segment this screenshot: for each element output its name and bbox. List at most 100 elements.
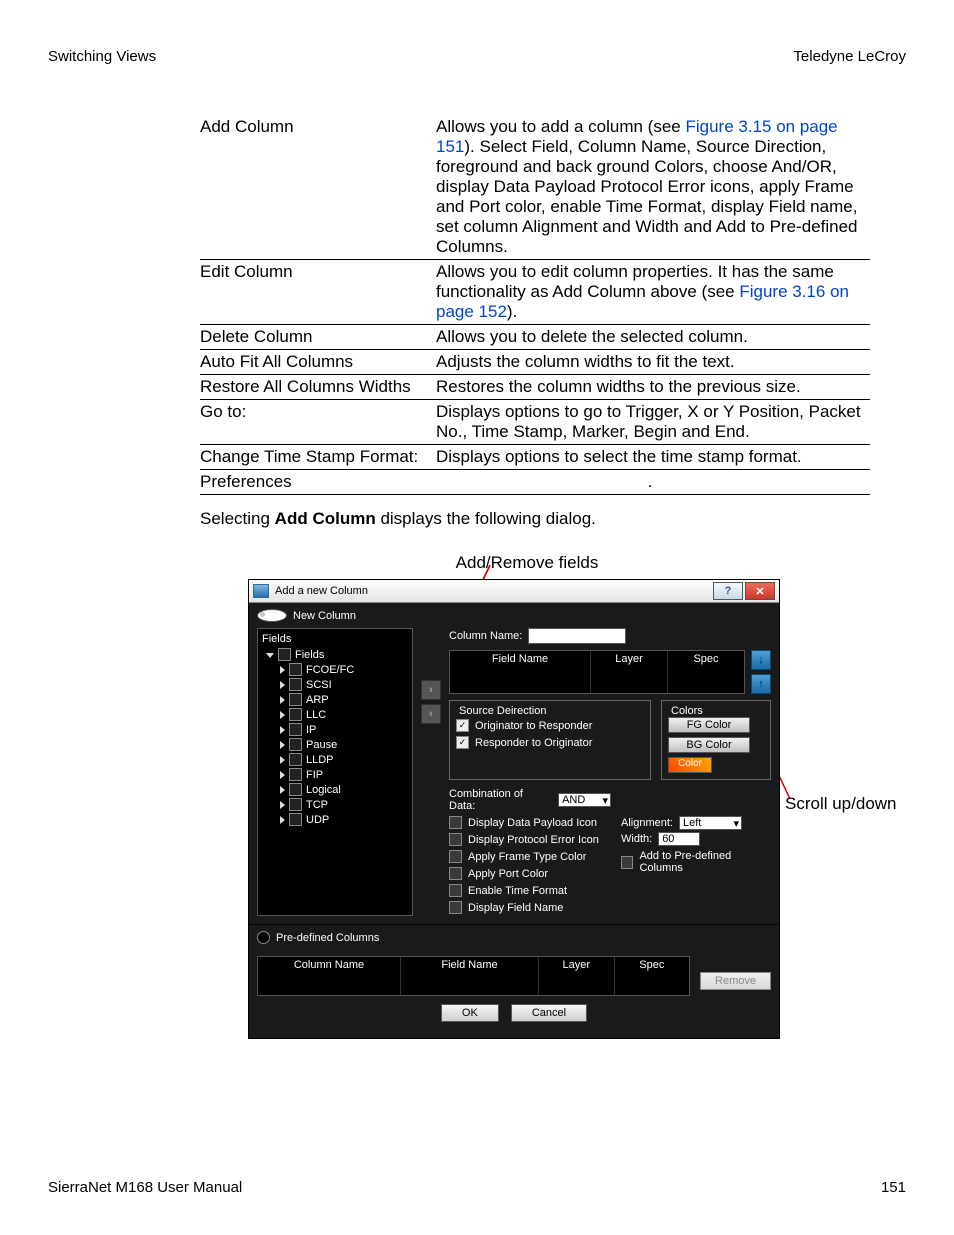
callout-add-remove: Add/Remove fields <box>148 553 906 573</box>
combination-select[interactable]: AND <box>558 793 611 807</box>
checkbox-icon <box>449 850 462 863</box>
expand-icon <box>280 741 285 749</box>
expand-icon <box>280 771 285 779</box>
expand-icon <box>280 756 285 764</box>
close-button[interactable]: ✕ <box>745 582 775 600</box>
add-column-dialog: Add a new Column ? ✕ New Column Fields <box>248 579 780 1039</box>
responder-to-originator[interactable]: Responder to Originator <box>456 734 644 751</box>
checkbox-icon <box>449 833 462 846</box>
add-field-button[interactable]: › <box>421 680 441 700</box>
fields-title: Fields <box>260 633 410 645</box>
field-list[interactable]: Field Name Layer Spec <box>449 650 745 694</box>
checkbox-icon[interactable] <box>278 648 291 661</box>
tree-item[interactable]: FCOE/FC <box>280 662 410 677</box>
checkbox-icon[interactable] <box>289 723 302 736</box>
checkbox-icon[interactable] <box>289 708 302 721</box>
term: Preferences <box>200 470 436 495</box>
fg-color-button[interactable]: FG Color <box>668 717 750 733</box>
option-check[interactable]: Enable Time Format <box>449 882 611 899</box>
column-name-label: Column Name: <box>449 630 522 642</box>
radio-predefined[interactable]: Pre-defined Columns <box>249 924 779 950</box>
combination-label: Combination of Data: <box>449 788 552 812</box>
tree-item[interactable]: SCSI <box>280 677 410 692</box>
tree-item[interactable]: FIP <box>280 767 410 782</box>
intro-text: Selecting Add Column displays the follow… <box>200 509 906 529</box>
tree-item[interactable]: LLC <box>280 707 410 722</box>
option-check[interactable]: Display Protocol Error Icon <box>449 831 611 848</box>
footer-right: 151 <box>881 1179 906 1196</box>
tree-item[interactable]: TCP <box>280 797 410 812</box>
radio-new-column[interactable]: New Column <box>249 603 779 628</box>
list-header: Field Name <box>450 651 591 693</box>
width-input[interactable] <box>658 832 700 846</box>
tree-item[interactable]: LLDP <box>280 752 410 767</box>
alignment-label: Alignment: <box>621 817 673 829</box>
checkbox-icon[interactable] <box>289 813 302 826</box>
checkbox-icon[interactable] <box>289 678 302 691</box>
tree-label: UDP <box>306 814 329 826</box>
option-check[interactable]: Display Field Name <box>449 899 611 916</box>
expand-icon <box>280 801 285 809</box>
radio-icon <box>257 609 287 622</box>
expand-icon <box>266 653 274 658</box>
expand-icon <box>280 666 285 674</box>
radio-icon <box>257 931 270 944</box>
bg-color-button[interactable]: BG Color <box>668 737 750 753</box>
checkbox-icon[interactable] <box>289 798 302 811</box>
list-header: Layer <box>591 651 668 693</box>
column-name-input[interactable] <box>528 628 626 644</box>
tree-label: Pause <box>306 739 337 751</box>
app-icon <box>253 584 269 598</box>
width-label: Width: <box>621 833 652 845</box>
checkbox-icon <box>449 867 462 880</box>
col-header: Field Name <box>401 957 539 995</box>
callout-scroll: Scroll up/down <box>785 794 897 814</box>
checkbox-icon <box>449 901 462 914</box>
tree-item[interactable]: Logical <box>280 782 410 797</box>
titlebar[interactable]: Add a new Column ? ✕ <box>249 580 779 603</box>
tree-root-node[interactable]: Fields <box>266 647 410 662</box>
tree-label: LLC <box>306 709 326 721</box>
tree-item[interactable]: IP <box>280 722 410 737</box>
move-down-button[interactable]: ↓ <box>751 650 771 670</box>
expand-icon <box>280 696 285 704</box>
checkbox-icon[interactable] <box>289 738 302 751</box>
tree-item[interactable]: UDP <box>280 812 410 827</box>
option-check[interactable]: Apply Frame Type Color <box>449 848 611 865</box>
term: Add Column <box>200 115 436 260</box>
fields-tree[interactable]: Fields Fields FCOE/FC SCSIARP LLCIP PauseLL… <box>257 628 413 916</box>
predefined-table[interactable]: Column Name Field Name Layer Spec <box>257 956 690 996</box>
add-to-predefined[interactable]: Add to Pre-defined Columns <box>621 848 771 876</box>
originator-to-responder[interactable]: Originator to Responder <box>456 717 644 734</box>
ok-button[interactable]: OK <box>441 1004 499 1022</box>
checkbox-icon <box>449 816 462 829</box>
help-button[interactable]: ? <box>713 582 743 600</box>
tree-item[interactable]: ARP <box>280 692 410 707</box>
option-check[interactable]: Display Data Payload Icon <box>449 814 611 831</box>
tree-label: SCSI <box>306 679 332 691</box>
radio-label: Pre-defined Columns <box>276 932 379 944</box>
move-up-button[interactable]: ↑ <box>751 674 771 694</box>
desc: Allows you to delete the selected column… <box>436 325 870 350</box>
term: Edit Column <box>200 260 436 325</box>
alignment-select[interactable]: Left <box>679 816 742 830</box>
option-check[interactable]: Apply Port Color <box>449 865 611 882</box>
header-right: Teledyne LeCroy <box>793 48 906 65</box>
checkbox-icon <box>456 736 469 749</box>
cancel-button[interactable]: Cancel <box>511 1004 587 1022</box>
remove-field-button[interactable]: ‹ <box>421 704 441 724</box>
colors-legend: Colors <box>668 705 706 717</box>
expand-icon <box>280 816 285 824</box>
color-swatch: Color <box>668 757 712 773</box>
tree-item[interactable]: Pause <box>280 737 410 752</box>
desc: Allows you to edit column properties. It… <box>436 260 870 325</box>
tree-label: FCOE/FC <box>306 664 354 676</box>
desc: Allows you to add a column (see Figure 3… <box>436 115 870 260</box>
checkbox-icon[interactable] <box>289 663 302 676</box>
checkbox-icon[interactable] <box>289 753 302 766</box>
checkbox-icon[interactable] <box>289 768 302 781</box>
checkbox-icon[interactable] <box>289 783 302 796</box>
term: Delete Column <box>200 325 436 350</box>
checkbox-icon[interactable] <box>289 693 302 706</box>
checkbox-icon <box>456 719 469 732</box>
